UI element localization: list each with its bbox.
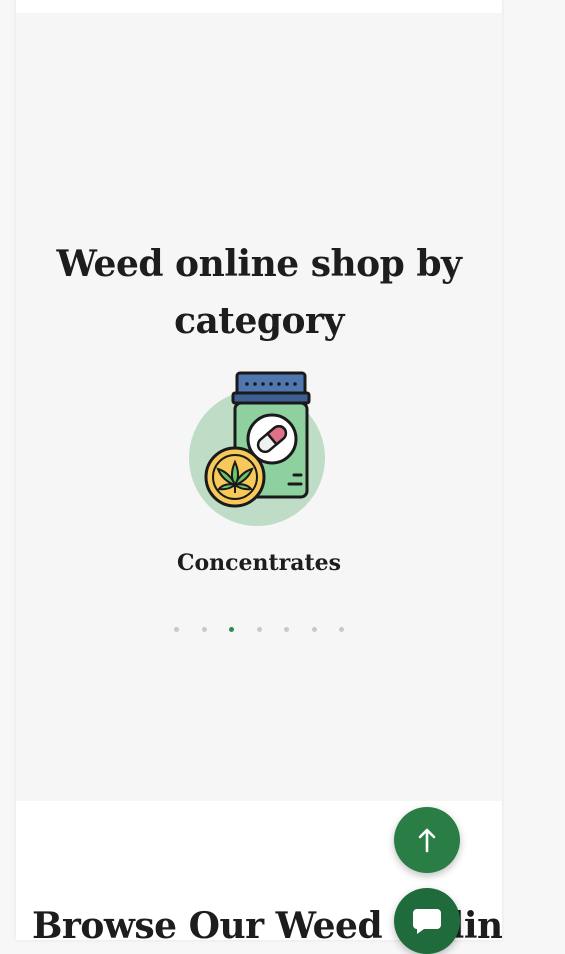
category-section: Weed online shop by category Concentrate… <box>16 13 502 801</box>
chat-button[interactable] <box>394 888 460 954</box>
carousel-dot[interactable] <box>174 626 179 632</box>
category-label: Concentrates <box>176 550 342 576</box>
carousel-dot[interactable] <box>201 626 207 632</box>
arrow-up-icon <box>418 828 436 853</box>
carousel-dot[interactable] <box>284 626 289 632</box>
carousel-dot-active[interactable] <box>229 626 234 632</box>
top-white-strip <box>16 0 502 13</box>
chat-bubble-icon <box>413 909 441 934</box>
back-to-top-button[interactable] <box>394 807 460 873</box>
viewport: Weed online shop by category Concentrate… <box>0 0 565 954</box>
page-content-column: Weed online shop by category Concentrate… <box>16 0 502 940</box>
carousel-dot[interactable] <box>256 626 262 632</box>
concentrates-jar-icon <box>189 371 325 526</box>
section-title: Weed online shop by category <box>56 243 462 342</box>
carousel-dots <box>174 623 344 635</box>
carousel-dot[interactable] <box>339 626 344 632</box>
carousel-dot[interactable] <box>311 626 317 632</box>
category-card-concentrates[interactable]: Concentrates <box>159 371 359 611</box>
